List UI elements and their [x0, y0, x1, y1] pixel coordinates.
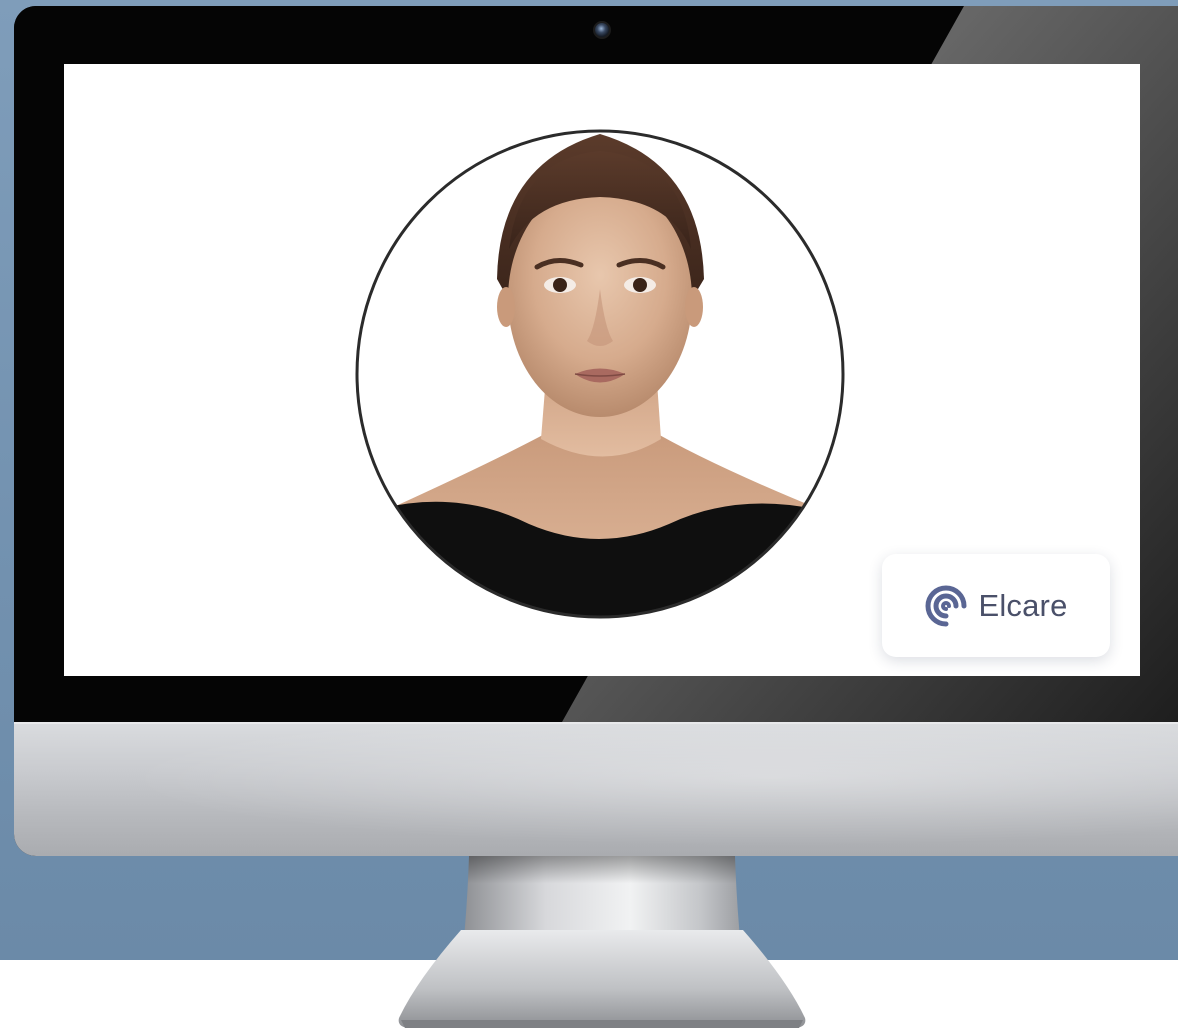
- webcam-icon: [593, 21, 611, 39]
- woman-portrait-icon: [349, 129, 851, 620]
- monitor-chin: [14, 722, 1178, 856]
- imac-monitor: Elcare: [14, 6, 1178, 856]
- monitor-screen: Elcare: [64, 64, 1140, 676]
- monitor-stand-base: [398, 930, 806, 1028]
- chin-sheen: [14, 724, 1178, 856]
- brand-name: Elcare: [978, 587, 1068, 623]
- spiral-logo-icon: [925, 585, 967, 626]
- brand-badge: Elcare: [882, 554, 1110, 657]
